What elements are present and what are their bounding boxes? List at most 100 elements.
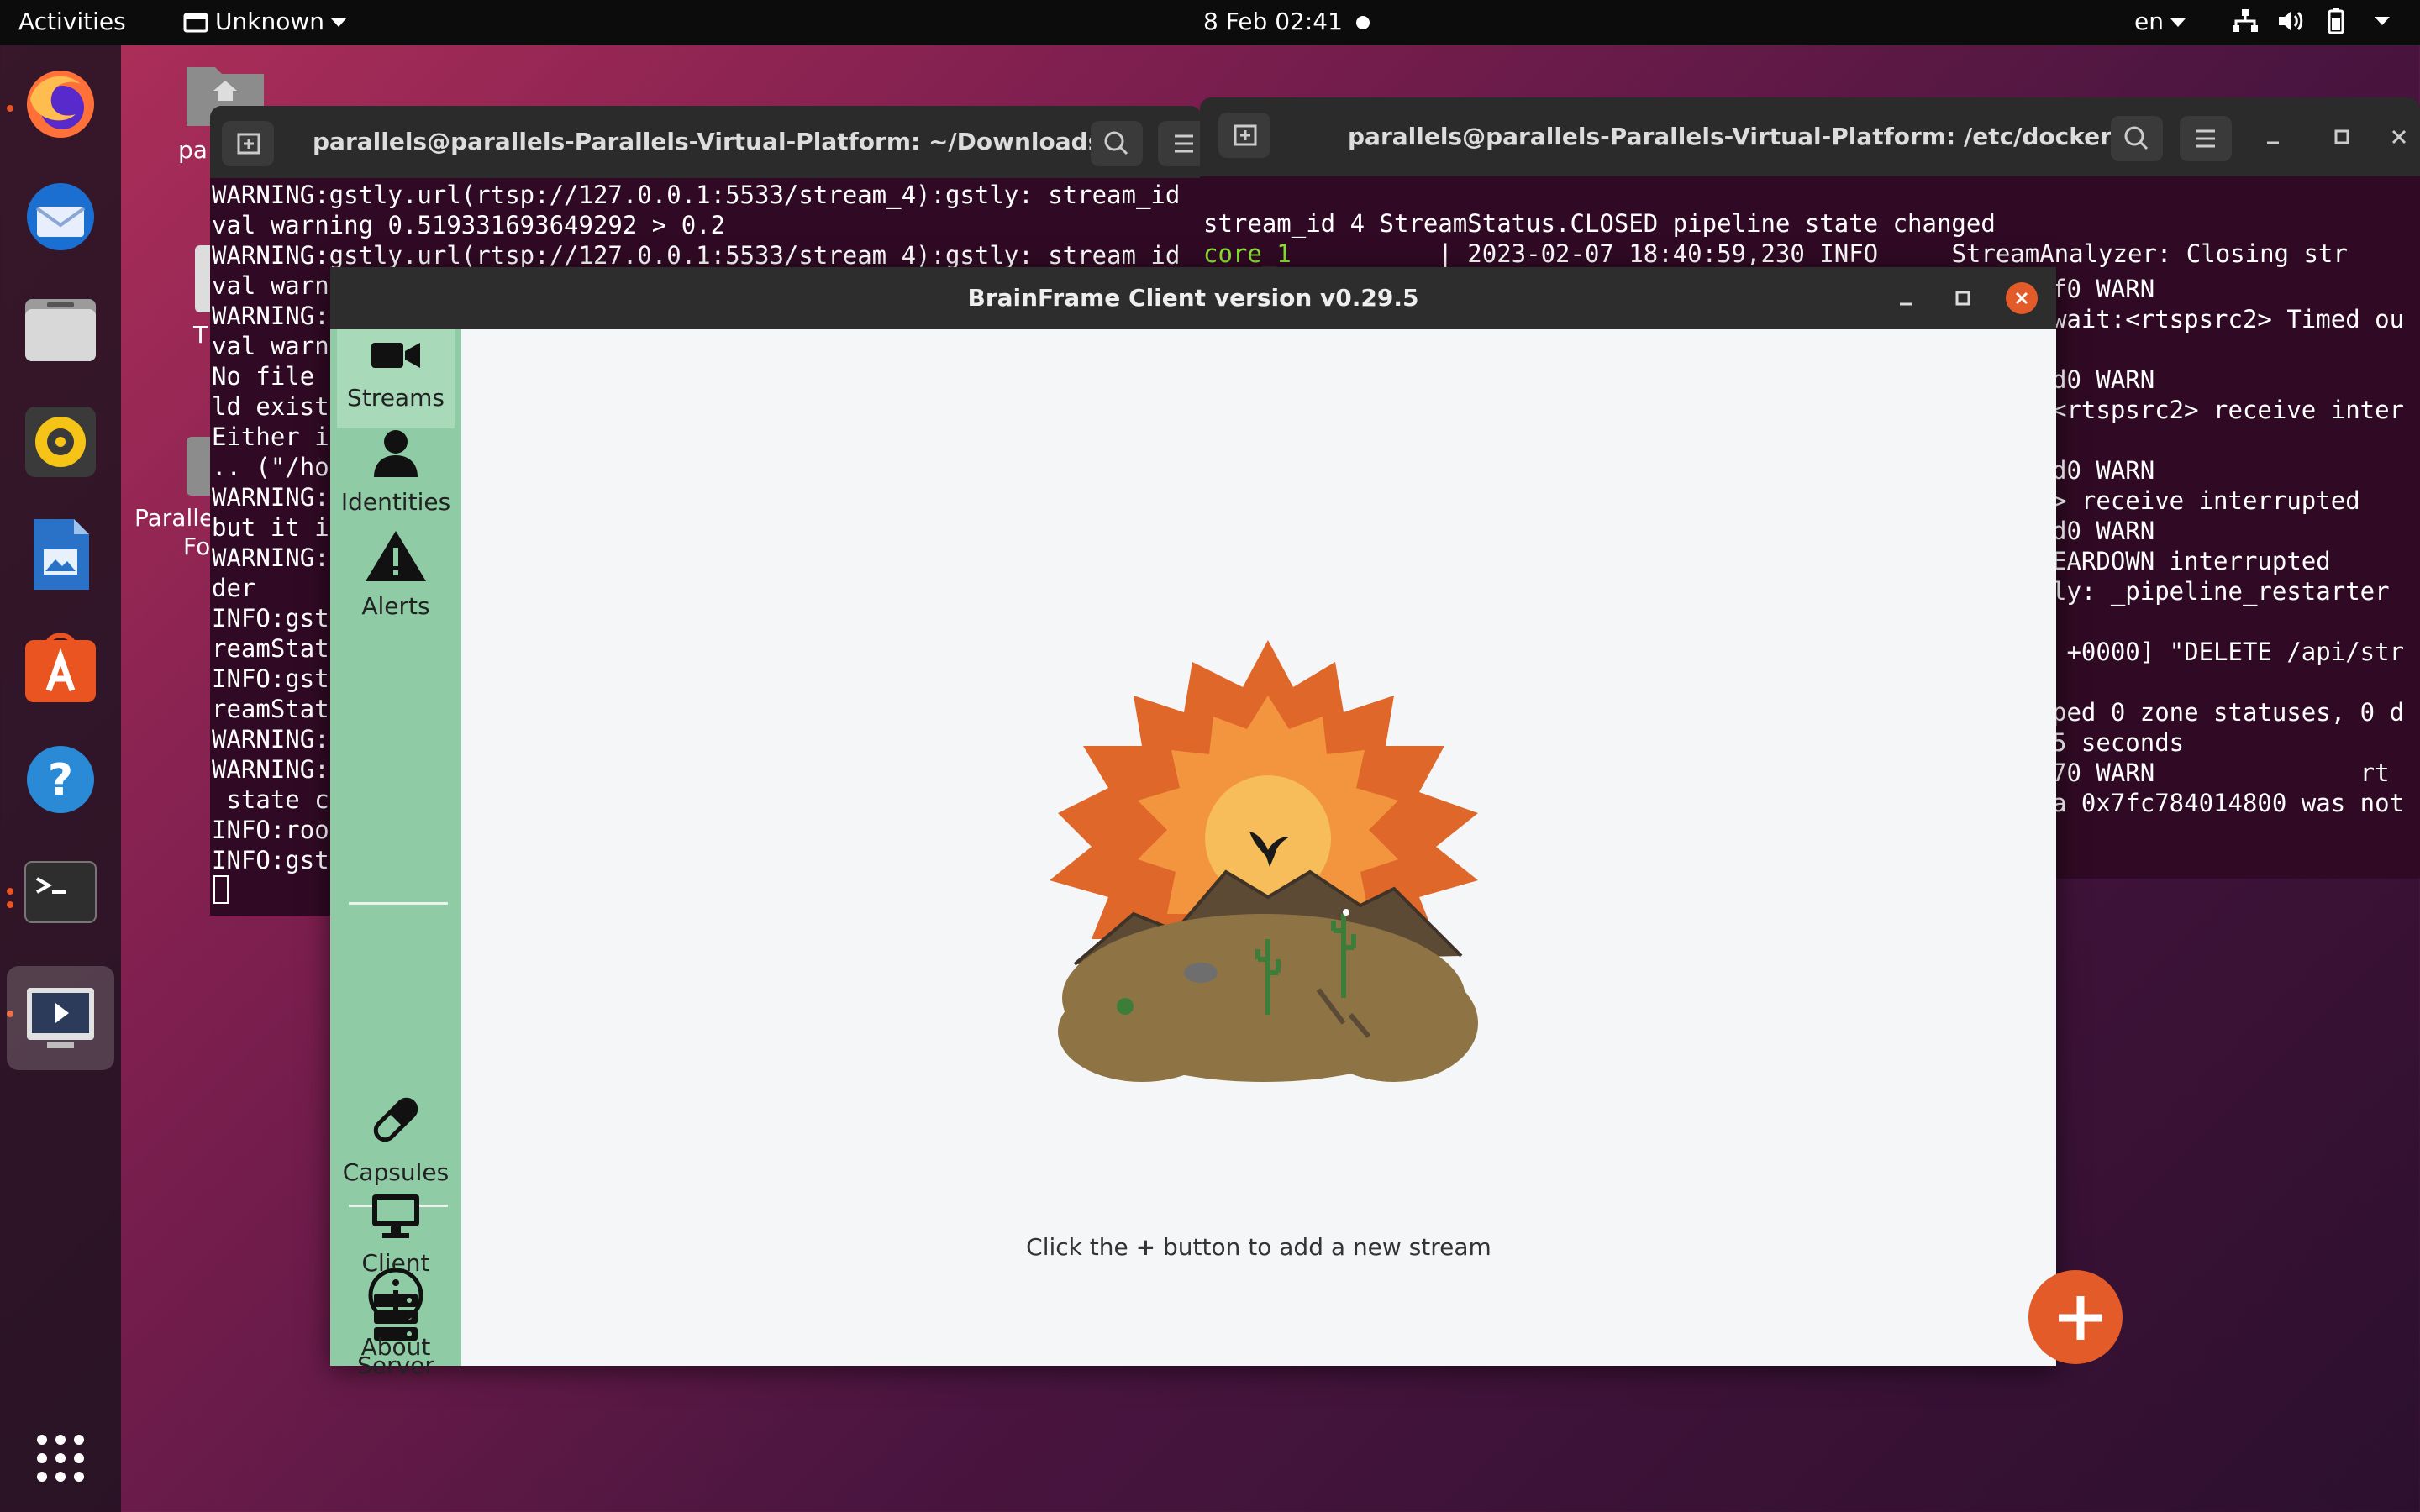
new-tab-icon — [237, 133, 260, 155]
search-icon — [1104, 131, 1128, 155]
terminal-line: d0 WARN — [2052, 517, 2155, 545]
battery-icon — [2328, 8, 2344, 34]
libreoffice-writer-icon[interactable] — [22, 516, 99, 593]
close-button[interactable] — [2386, 124, 2412, 150]
app-menu[interactable]: Unknown — [183, 8, 346, 35]
minimize-icon — [1900, 302, 1912, 306]
hint-text: button to add a new stream — [1155, 1233, 1491, 1261]
ubuntu-software-icon[interactable] — [22, 628, 99, 706]
terminal-line: WARNING:gstly.url(rtsp://127.0.0.1:5533/… — [212, 241, 1181, 270]
terminal-cursor — [213, 875, 229, 904]
minimize-button[interactable] — [2260, 124, 2286, 150]
search-icon — [2124, 126, 2149, 150]
chevron-down-icon — [330, 18, 346, 27]
system-tray[interactable] — [2232, 8, 2390, 34]
divider — [349, 902, 448, 905]
terminal-line: WARNING:gstly.url(rtsp://127.0.0.1:5533/… — [212, 181, 1181, 209]
desktop-label: T — [193, 321, 208, 349]
add-stream-button[interactable] — [2028, 1270, 2123, 1364]
language-indicator[interactable]: en — [2134, 8, 2186, 35]
clock[interactable]: 8 Feb 02:41 — [1203, 8, 1343, 35]
search-button[interactable] — [2111, 116, 2163, 161]
terminal-line: wait:<rtspsrc2> Timed ou — [2052, 305, 2405, 333]
terminal-title: parallels@parallels-Parallels-Virtual-Pl… — [313, 128, 1129, 155]
desktop-label: pa — [178, 136, 208, 164]
window-icon — [183, 13, 208, 33]
nav-identities[interactable]: Identities — [330, 428, 461, 516]
files-icon[interactable] — [22, 291, 99, 368]
nav-streams[interactable]: Streams — [330, 338, 461, 412]
terminal-header: parallels@parallels-Parallels-Virtual-Pl… — [1200, 97, 2420, 176]
desktop-label: Paralle — [134, 504, 214, 532]
maximize-icon — [2334, 129, 2349, 144]
minimize-icon — [2267, 141, 2279, 144]
nav-label: Identities — [340, 488, 451, 516]
terminal-line: f0 WARN — [2052, 275, 2155, 303]
plus-icon — [2059, 1296, 2102, 1340]
help-icon[interactable]: ? — [22, 741, 99, 818]
nav-alerts[interactable]: Alerts — [330, 529, 461, 620]
terminal-line: +0000] "DELETE /api/str — [2052, 638, 2405, 666]
terminal-header: parallels@parallels-Parallels-Virtual-Pl… — [210, 106, 1202, 178]
desktop-file-icon[interactable] — [195, 245, 212, 312]
nav-label: Capsules — [342, 1158, 450, 1186]
nav-label: About — [360, 1333, 431, 1361]
close-icon — [2015, 291, 2028, 305]
window-title: BrainFrame Client version v0.29.5 — [967, 284, 1419, 312]
container-name: core_1 — [1203, 239, 1292, 268]
network-icon — [2233, 9, 2258, 32]
language-label: en — [2134, 8, 2164, 35]
terminal-icon[interactable] — [22, 853, 99, 931]
warning-icon — [366, 531, 426, 581]
notification-dot — [1356, 16, 1370, 29]
volume-icon — [2279, 11, 2303, 31]
activities-button[interactable]: Activities — [18, 8, 126, 35]
brainframe-window[interactable]: BrainFrame Client version v0.29.5 Stream… — [330, 267, 2123, 1379]
new-tab-button[interactable] — [1218, 113, 1270, 158]
new-tab-button[interactable] — [222, 121, 274, 166]
running-indicator — [7, 888, 13, 895]
chevron-down-icon — [2170, 18, 2186, 27]
brainframe-icon[interactable] — [7, 966, 114, 1070]
maximize-button[interactable] — [2329, 124, 2354, 150]
show-applications-icon[interactable] — [22, 1420, 99, 1497]
terminal-title: parallels@parallels-Parallels-Virtual-Pl… — [1348, 123, 2112, 150]
monitor-icon — [372, 1194, 419, 1238]
brainframe-titlebar[interactable]: BrainFrame Client version v0.29.5 — [330, 267, 2056, 329]
search-button[interactable] — [1091, 121, 1143, 166]
desktop-label: Fo — [183, 533, 211, 560]
hamburger-icon — [2196, 129, 2215, 148]
close-button[interactable] — [2006, 282, 2038, 314]
terminal-line: a 0x7fc784014800 was not — [2052, 789, 2405, 817]
top-bar: Activities Unknown 8 Feb 02:41 en — [0, 0, 2420, 45]
hamburger-icon — [1175, 134, 1193, 153]
desert-sunset-illustration — [1050, 640, 1478, 1082]
plus-glyph: + — [1135, 1233, 1156, 1261]
desktop-folder-icon[interactable] — [187, 437, 212, 496]
rhythmbox-icon[interactable] — [22, 403, 99, 480]
firefox-icon[interactable] — [22, 66, 99, 143]
menu-button[interactable] — [2180, 116, 2232, 161]
dock: ? — [0, 45, 121, 1512]
thunderbird-icon[interactable] — [22, 178, 99, 255]
nav-capsules[interactable]: Capsules — [330, 1090, 461, 1186]
capsule-icon — [373, 1097, 418, 1142]
terminal-output-visible-edge: f0 WARN wait:<rtspsrc2> Timed ou d0 WARN <… — [2050, 272, 2420, 818]
terminal-line: stream_id 4 StreamStatus.CLOSED pipeline… — [1203, 209, 1996, 238]
terminal-line: EARDOWN interrupted — [2052, 547, 2331, 575]
nav-client[interactable]: Client — [330, 1193, 461, 1277]
minimize-button[interactable] — [1891, 284, 1920, 312]
terminal-line: d0 WARN — [2052, 365, 2155, 394]
log-text: | 2023-02-07 18:40:59,230 INFO StreamAna… — [1291, 239, 2348, 268]
nav-about[interactable]: About — [330, 1267, 461, 1361]
streams-empty-view: Click the + button to add a new stream — [461, 329, 2123, 1366]
menu-button[interactable] — [1158, 121, 1202, 166]
maximize-button[interactable] — [1949, 284, 1977, 312]
new-tab-icon — [1234, 124, 1257, 146]
app-menu-label: Unknown — [215, 8, 324, 35]
terminal-line: <rtspsrc2> receive inter — [2052, 396, 2405, 424]
running-indicator — [7, 901, 13, 908]
